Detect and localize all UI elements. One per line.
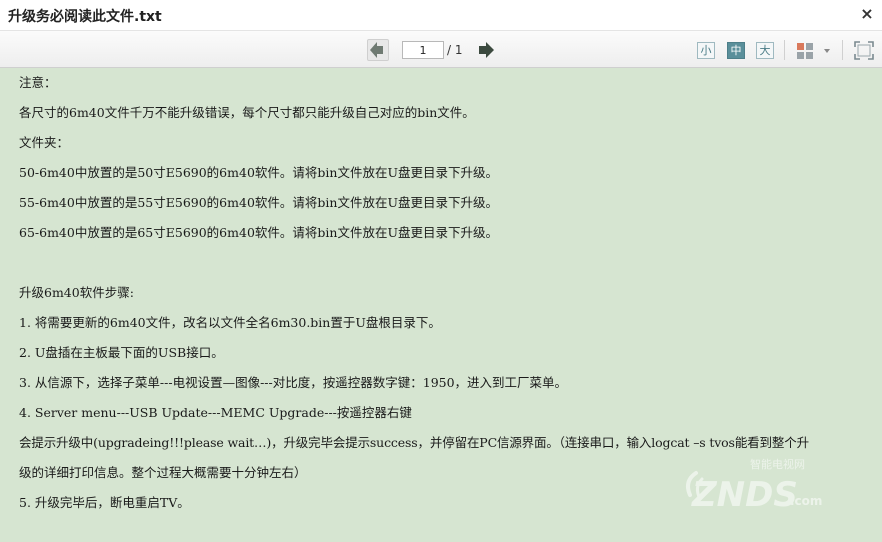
text-line: 各尺寸的6m40文件千万不能升级错误，每个尺寸都只能升级自己对应的bin文件。 [19,105,475,120]
text-line: 注意： [19,75,57,90]
previous-page-button[interactable] [367,39,389,61]
next-page-button[interactable] [475,39,497,61]
watermark-suffix-text: .com [790,494,822,508]
watermark-main-text: ZNDS [691,475,798,515]
text-line: 65-6m40中放置的是65寸E5690的6m40软件。请将bin文件放在U盘更… [19,225,498,240]
window-title: 升级务必阅读此文件.txt [8,9,162,25]
title-bar: 升级务必阅读此文件.txt × [0,0,882,31]
toolbar-divider [842,40,843,60]
grid-icon [797,43,813,59]
text-line: 2. U盘插在主板最下面的USB接口。 [19,345,224,360]
font-size-large-button[interactable]: 大 [756,42,774,59]
chevron-down-icon[interactable] [824,49,830,53]
fullscreen-button[interactable] [854,41,874,60]
text-line: 3. 从信源下，选择子菜单---电视设置—图像---对比度，按遥控器数字键：19… [19,375,568,390]
arrow-left-icon [370,42,383,58]
fullscreen-icon [854,41,874,60]
text-line: 1. 将需要更新的6m40文件，改名以文件全名6m30.bin置于U盘根目录下。 [19,315,441,330]
close-button[interactable]: × [858,5,876,23]
font-size-small-button[interactable]: 小 [697,42,715,59]
text-line: 50-6m40中放置的是50寸E5690的6m40软件。请将bin文件放在U盘更… [19,165,498,180]
view-mode-button[interactable] [796,42,814,60]
viewer-toolbar: / 1 小 中 大 [0,31,882,68]
text-line: 文件夹： [19,135,70,150]
arrow-right-icon [479,42,494,58]
text-line: 升级6m40软件步骤: [19,285,134,300]
document-viewport[interactable]: 注意： 各尺寸的6m40文件千万不能升级错误，每个尺寸都只能升级自己对应的bin… [0,68,882,542]
watermark-logo: 智能电视网 ZNDS .com [686,457,822,515]
page-total-label: / 1 [447,43,463,57]
font-size-medium-button[interactable]: 中 [727,42,745,59]
page-number-input[interactable] [402,41,444,59]
toolbar-divider [784,40,785,60]
watermark-top-text: 智能电视网 [750,457,805,471]
text-line: 55-6m40中放置的是55寸E5690的6m40软件。请将bin文件放在U盘更… [19,195,498,210]
text-line: 4. Server menu---USB Update---MEMC Upgra… [19,405,412,420]
